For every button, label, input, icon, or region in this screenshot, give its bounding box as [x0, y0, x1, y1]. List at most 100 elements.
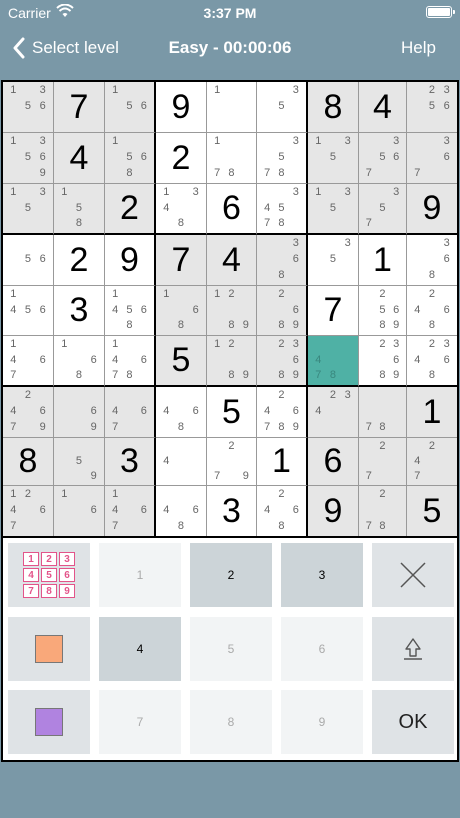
board-cell-r9c5[interactable]: 3	[207, 486, 257, 536]
eraser-button[interactable]	[372, 617, 454, 681]
board-cell-r2c6[interactable]: 3578	[257, 133, 308, 184]
board-cell-r1c7[interactable]: 8	[308, 82, 359, 133]
notes-mode-button[interactable]: 123 456 789	[8, 543, 90, 607]
board-cell-r6c4[interactable]: 5	[156, 336, 207, 387]
board-cell-r1c9[interactable]: 2356	[407, 82, 457, 133]
board-cell-r9c2[interactable]: 16	[54, 486, 105, 536]
digit-key-8[interactable]: 8	[190, 690, 272, 754]
board-cell-r2c7[interactable]: 1 35	[308, 133, 359, 184]
board-cell-r1c6[interactable]: 35	[257, 82, 308, 133]
board-cell-r2c4[interactable]: 2	[156, 133, 207, 184]
note-digit	[260, 268, 274, 284]
board-cell-r6c9[interactable]: 23 4 68	[407, 336, 457, 387]
board-cell-r5c1[interactable]: 1 456	[3, 286, 54, 336]
board-cell-r8c7[interactable]: 6	[308, 438, 359, 486]
digit-key-6[interactable]: 6	[281, 617, 363, 681]
board-cell-r6c3[interactable]: 1 4 6 78	[105, 336, 156, 387]
board-cell-r9c3[interactable]: 1 4 6 7	[105, 486, 156, 536]
color-purple-button[interactable]	[8, 690, 90, 754]
board-cell-r8c1[interactable]: 8	[3, 438, 54, 486]
board-cell-r5c4[interactable]: 1 68	[156, 286, 207, 336]
board-cell-r7c1[interactable]: 24 6 7 9	[3, 387, 54, 438]
note-digit	[239, 115, 253, 131]
board-cell-r9c8[interactable]: 2 78	[359, 486, 407, 536]
clear-button[interactable]	[372, 543, 454, 607]
board-cell-r9c6[interactable]: 24 68	[257, 486, 308, 536]
board-cell-r8c9[interactable]: 24 7	[407, 438, 457, 486]
board-cell-r2c5[interactable]: 1 78	[207, 133, 257, 184]
board-cell-r2c3[interactable]: 1568	[105, 133, 156, 184]
board-cell-r7c8[interactable]: 78	[359, 387, 407, 438]
digit-key-2[interactable]: 2	[190, 543, 272, 607]
board-cell-r9c9[interactable]: 5	[407, 486, 457, 536]
board-cell-r3c9[interactable]: 9	[407, 184, 457, 235]
board-cell-r4c8[interactable]: 1	[359, 235, 407, 286]
board-cell-r5c3[interactable]: 1 4568	[105, 286, 156, 336]
help-button[interactable]: Help	[401, 38, 436, 58]
board-cell-r3c4[interactable]: 1 3 48	[156, 184, 207, 235]
ok-button[interactable]: OK	[372, 690, 454, 754]
board-cell-r7c6[interactable]: 24 6 789	[257, 387, 308, 438]
board-cell-r5c2[interactable]: 3	[54, 286, 105, 336]
board-cell-r2c8[interactable]: 356 7	[359, 133, 407, 184]
board-cell-r4c3[interactable]: 9	[105, 235, 156, 286]
board-cell-r8c5[interactable]: 2 7 9	[207, 438, 257, 486]
digit-key-7[interactable]: 7	[99, 690, 181, 754]
board-cell-r9c1[interactable]: 124 6 7	[3, 486, 54, 536]
board-cell-r5c7[interactable]: 7	[308, 286, 359, 336]
digit-key-9[interactable]: 9	[281, 690, 363, 754]
board-cell-r1c5[interactable]: 1	[207, 82, 257, 133]
color-orange-button[interactable]	[8, 617, 90, 681]
board-cell-r1c2[interactable]: 7	[54, 82, 105, 133]
board-cell-r1c4[interactable]: 9	[156, 82, 207, 133]
board-cell-r9c7[interactable]: 9	[308, 486, 359, 536]
board-cell-r4c1[interactable]: 56	[3, 235, 54, 286]
board-cell-r4c2[interactable]: 2	[54, 235, 105, 286]
back-button[interactable]: Select level	[12, 35, 119, 61]
board-cell-r5c6[interactable]: 2689	[257, 286, 308, 336]
board-cell-r4c6[interactable]: 3 68	[257, 235, 308, 286]
board-cell-r7c4[interactable]: 4 68	[156, 387, 207, 438]
board-cell-r1c3[interactable]: 156	[105, 82, 156, 133]
board-cell-r9c4[interactable]: 4 68	[156, 486, 207, 536]
board-cell-r8c8[interactable]: 27	[359, 438, 407, 486]
board-cell-r8c3[interactable]: 3	[105, 438, 156, 486]
board-cell-r8c4[interactable]: 4	[156, 438, 207, 486]
board-cell-r5c8[interactable]: 2 5689	[359, 286, 407, 336]
board-cell-r1c1[interactable]: 1 356	[3, 82, 54, 133]
board-cell-r3c1[interactable]: 1 35	[3, 184, 54, 235]
board-cell-r7c9[interactable]: 1	[407, 387, 457, 438]
board-cell-r6c2[interactable]: 1 68	[54, 336, 105, 387]
digit-key-3[interactable]: 3	[281, 543, 363, 607]
board-cell-r6c7[interactable]: 4 78	[308, 336, 359, 387]
digit-key-4[interactable]: 4	[99, 617, 181, 681]
digit-key-5[interactable]: 5	[190, 617, 272, 681]
board-cell-r7c3[interactable]: 4 6 7	[105, 387, 156, 438]
board-cell-r2c9[interactable]: 3 6 7	[407, 133, 457, 184]
board-cell-r6c6[interactable]: 23 689	[257, 336, 308, 387]
board-cell-r8c2[interactable]: 59	[54, 438, 105, 486]
board-cell-r8c6[interactable]: 1	[257, 438, 308, 486]
board-cell-r5c5[interactable]: 12 89	[207, 286, 257, 336]
board-cell-r7c5[interactable]: 5	[207, 387, 257, 438]
board-cell-r3c7[interactable]: 1 35	[308, 184, 359, 235]
board-cell-r7c2[interactable]: 69	[54, 387, 105, 438]
board-cell-r4c9[interactable]: 3 68	[407, 235, 457, 286]
board-cell-r7c7[interactable]: 23 4	[308, 387, 359, 438]
board-cell-r3c6[interactable]: 3 4578	[257, 184, 308, 235]
board-cell-r2c2[interactable]: 4	[54, 133, 105, 184]
board-cell-r5c9[interactable]: 24 68	[407, 286, 457, 336]
board-cell-r4c7[interactable]: 35	[308, 235, 359, 286]
digit-key-1[interactable]: 1	[99, 543, 181, 607]
board-cell-r1c8[interactable]: 4	[359, 82, 407, 133]
board-cell-r6c8[interactable]: 23 689	[359, 336, 407, 387]
board-cell-r3c5[interactable]: 6	[207, 184, 257, 235]
board-cell-r4c4[interactable]: 7	[156, 235, 207, 286]
board-cell-r2c1[interactable]: 1 356 9	[3, 133, 54, 184]
board-cell-r3c8[interactable]: 357	[359, 184, 407, 235]
board-cell-r6c1[interactable]: 1 4 6 7	[3, 336, 54, 387]
board-cell-r3c2[interactable]: 15 8	[54, 184, 105, 235]
board-cell-r6c5[interactable]: 12 89	[207, 336, 257, 387]
board-cell-r4c5[interactable]: 4	[207, 235, 257, 286]
board-cell-r3c3[interactable]: 2	[105, 184, 156, 235]
